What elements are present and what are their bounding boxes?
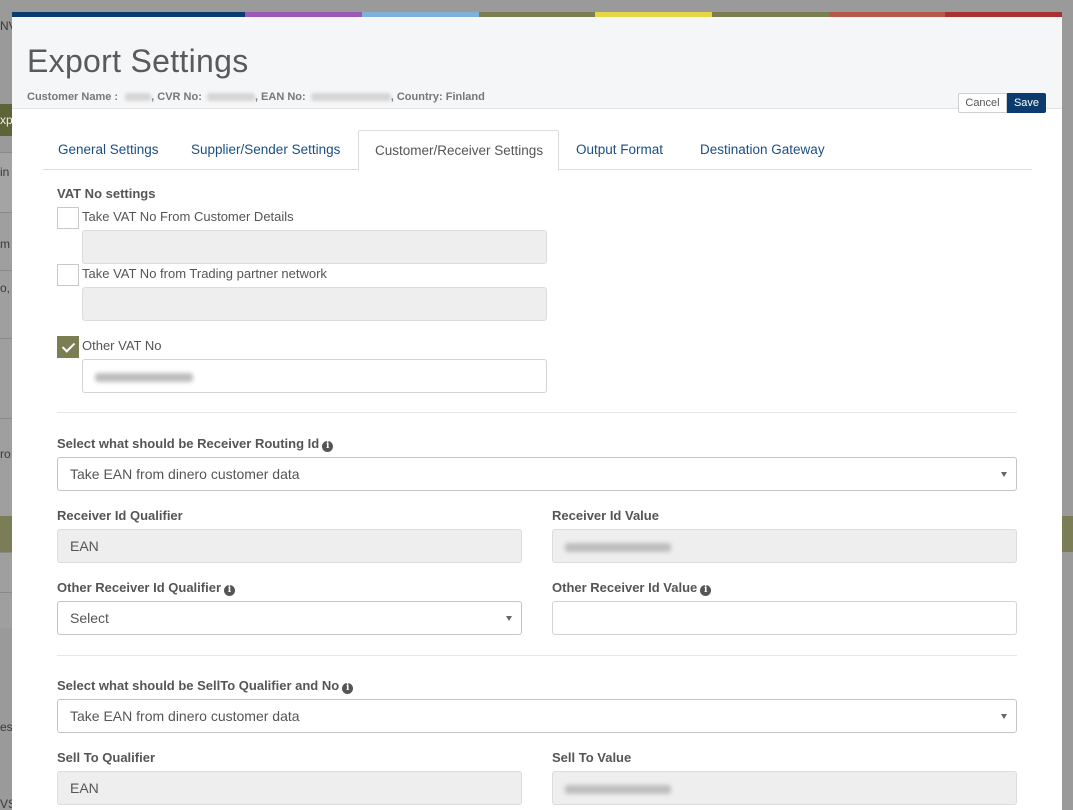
other-receiver-id-qualifier-label: Other Receiver Id Qualifier i [57,580,236,596]
customer-info-line: Customer Name : , CVR No: , EAN No: , Co… [27,91,485,103]
cancel-button[interactable]: Cancel [958,93,1007,113]
save-button[interactable]: Save [1007,93,1046,113]
receiver-id-qualifier-label: Receiver Id Qualifier [57,508,183,523]
redacted-value [310,93,391,102]
redacted-value [206,93,255,102]
backdrop-text: VS [0,797,12,810]
redacted-value [125,93,152,102]
backdrop-row [0,152,12,212]
divider [57,655,1017,656]
info-icon[interactable]: i [342,683,354,694]
other-receiver-id-value-input[interactable] [552,601,1017,635]
other-receiver-id-qualifier-text: Other Receiver Id Qualifier [57,580,222,595]
tab-destination-gateway[interactable]: Destination Gateway [700,130,825,170]
chevron-down-icon [1001,714,1007,719]
sellto-selected: Take EAN from dinero customer data [70,708,300,724]
receiver-id-value-label: Receiver Id Value [552,508,659,523]
divider [57,412,1017,413]
routing-id-label-text: Select what should be Receiver Routing I… [57,436,320,451]
routing-id-selected: Take EAN from dinero customer data [70,466,300,482]
vat-section-label: VAT No settings [57,186,156,201]
backdrop-text: ro [0,447,11,461]
ean-label: , EAN No: [254,91,306,103]
settings-tabs: General Settings Supplier/Sender Setting… [43,130,1032,171]
backdrop-row [0,418,12,516]
routing-id-select[interactable]: Take EAN from dinero customer data [57,457,1017,491]
vat-trading-partner-checkbox[interactable] [57,264,79,286]
other-receiver-id-qualifier-selected: Select [70,610,109,626]
backdrop-row [0,592,12,628]
backdrop-row [0,552,12,592]
sell-to-value-label: Sell To Value [552,750,632,765]
sellto-label-text: Select what should be SellTo Qualifier a… [57,678,340,693]
cvr-label: , CVR No: [151,91,202,103]
sell-to-qualifier-field: EAN [57,771,522,805]
modal-title: Export Settings [27,43,249,79]
backdrop-row [0,338,12,418]
vat-customer-details-checkbox[interactable] [57,207,79,229]
country-label: , Country: Finland [390,91,485,103]
info-icon[interactable]: i [700,585,712,596]
other-receiver-id-qualifier-select[interactable]: Select [57,601,522,635]
chevron-down-icon [506,616,512,621]
backdrop-text: es [0,720,12,734]
customer-name-label: Customer Name : [27,91,119,103]
redacted-value [565,542,671,552]
routing-id-label: Select what should be Receiver Routing I… [57,436,334,452]
redacted-value [565,784,671,794]
vat-customer-details-field [82,230,547,264]
sell-to-value-field [552,771,1017,805]
sell-to-qualifier-label: Sell To Qualifier [57,750,156,765]
tab-supplier-sender-settings[interactable]: Supplier/Sender Settings [191,130,340,170]
info-icon[interactable]: i [322,441,334,452]
export-settings-modal: Export Settings Customer Name : , CVR No… [12,12,1062,810]
redacted-value [95,372,193,382]
other-receiver-id-value-label: Other Receiver Id Value i [552,580,712,596]
backdrop-text: in [0,165,10,179]
vat-customer-details-label: Take VAT No From Customer Details [82,209,294,224]
vat-trading-partner-field [82,287,547,321]
sellto-select[interactable]: Take EAN from dinero customer data [57,699,1017,733]
chevron-down-icon [1001,472,1007,477]
receiver-id-qualifier-field: EAN [57,529,522,563]
receiver-id-value-field [552,529,1017,563]
tab-output-format[interactable]: Output Format [576,130,663,170]
backdrop-text: o, [0,281,11,295]
sellto-label: Select what should be SellTo Qualifier a… [57,678,354,694]
backdrop-text: xpo [0,113,12,127]
tab-general-settings[interactable]: General Settings [58,130,159,170]
info-icon[interactable]: i [224,585,236,596]
other-vat-input[interactable] [82,359,547,393]
other-receiver-id-value-text: Other Receiver Id Value [552,580,698,595]
modal-header: Export Settings Customer Name : , CVR No… [12,17,1062,113]
vat-trading-partner-label: Take VAT No from Trading partner network [82,266,327,281]
tab-customer-receiver-settings[interactable]: Customer/Receiver Settings [358,130,560,171]
backdrop-text: m [0,237,10,251]
other-vat-checkbox[interactable] [57,336,79,358]
backdrop-text: NV [0,19,12,33]
other-vat-label: Other VAT No [82,338,162,353]
